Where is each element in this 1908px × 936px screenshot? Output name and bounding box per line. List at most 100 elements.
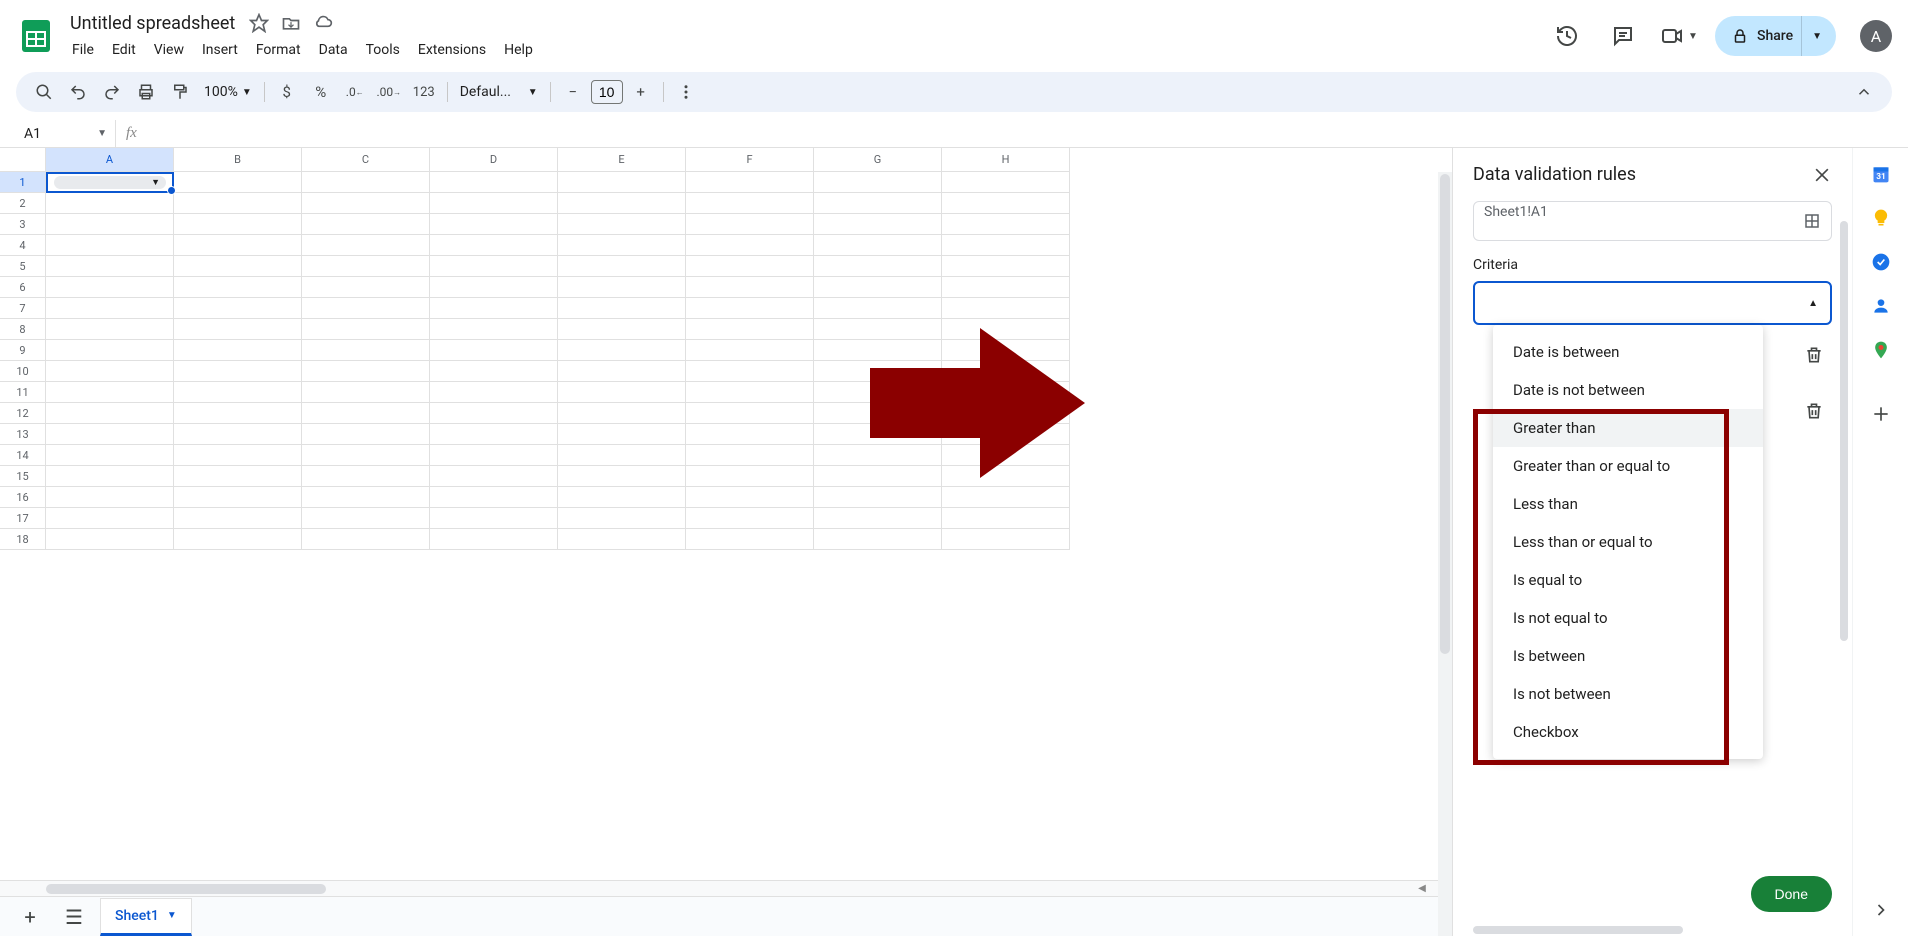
paint-format-icon[interactable]	[164, 76, 196, 108]
cell[interactable]	[942, 340, 1070, 361]
decrease-decimal-icon[interactable]: .0←	[339, 76, 371, 108]
cell[interactable]	[302, 445, 430, 466]
collapse-toolbar-icon[interactable]	[1848, 76, 1880, 108]
increase-decimal-icon[interactable]: .00→	[373, 76, 405, 108]
font-size-input[interactable]	[591, 80, 623, 104]
cell[interactable]	[814, 382, 942, 403]
cell[interactable]	[302, 340, 430, 361]
cell[interactable]	[430, 466, 558, 487]
cell[interactable]	[174, 277, 302, 298]
cell[interactable]	[814, 466, 942, 487]
cell[interactable]	[686, 361, 814, 382]
cell[interactable]	[814, 214, 942, 235]
maps-icon[interactable]	[1871, 340, 1891, 360]
cell[interactable]	[302, 508, 430, 529]
sidebar-h-scrollbar[interactable]	[1473, 924, 1832, 936]
cell[interactable]	[46, 277, 174, 298]
row-header[interactable]: 8	[0, 319, 46, 340]
cell[interactable]	[686, 193, 814, 214]
cell[interactable]	[558, 277, 686, 298]
cell[interactable]	[174, 424, 302, 445]
cell[interactable]	[814, 277, 942, 298]
comments-icon[interactable]	[1603, 16, 1643, 56]
row-header[interactable]: 16	[0, 487, 46, 508]
cell[interactable]	[942, 508, 1070, 529]
cell[interactable]	[558, 256, 686, 277]
keep-icon[interactable]	[1871, 208, 1891, 228]
row-header[interactable]: 4	[0, 235, 46, 256]
menu-file[interactable]: File	[64, 38, 102, 62]
cell[interactable]	[302, 277, 430, 298]
cell[interactable]: ▼	[46, 172, 174, 193]
cell[interactable]	[174, 466, 302, 487]
cell[interactable]	[46, 361, 174, 382]
cell[interactable]	[814, 172, 942, 193]
cell[interactable]	[302, 172, 430, 193]
cell[interactable]	[558, 424, 686, 445]
cell[interactable]	[558, 508, 686, 529]
col-header[interactable]: D	[430, 148, 558, 172]
cell[interactable]	[814, 529, 942, 550]
cell[interactable]	[46, 193, 174, 214]
undo-icon[interactable]	[62, 76, 94, 108]
row-header[interactable]: 1	[0, 172, 46, 193]
cell[interactable]	[302, 193, 430, 214]
sidebar-scrollbar[interactable]	[1838, 201, 1850, 864]
criteria-option[interactable]: Is between	[1493, 637, 1763, 675]
cell[interactable]	[174, 508, 302, 529]
cell[interactable]	[302, 487, 430, 508]
cell[interactable]	[302, 319, 430, 340]
hide-panel-icon[interactable]	[1871, 900, 1891, 920]
cell[interactable]	[46, 382, 174, 403]
cell[interactable]	[174, 487, 302, 508]
criteria-option[interactable]: Is not between	[1493, 675, 1763, 713]
zoom-select[interactable]: 100%▼	[198, 84, 258, 100]
cell[interactable]	[942, 382, 1070, 403]
cell[interactable]	[430, 382, 558, 403]
cell[interactable]	[942, 235, 1070, 256]
row-header[interactable]: 6	[0, 277, 46, 298]
cell[interactable]	[942, 172, 1070, 193]
cell[interactable]	[46, 529, 174, 550]
cell[interactable]	[430, 529, 558, 550]
font-select[interactable]: Defaul...▼	[454, 84, 544, 100]
cell[interactable]	[686, 277, 814, 298]
cell[interactable]	[302, 235, 430, 256]
row-header[interactable]: 11	[0, 382, 46, 403]
cell[interactable]	[174, 235, 302, 256]
cell[interactable]	[558, 235, 686, 256]
cell[interactable]	[46, 424, 174, 445]
cell[interactable]	[814, 445, 942, 466]
cell[interactable]	[686, 508, 814, 529]
criteria-option[interactable]: Date is between	[1493, 333, 1763, 371]
row-header[interactable]: 10	[0, 361, 46, 382]
row-header[interactable]: 2	[0, 193, 46, 214]
cell[interactable]	[430, 424, 558, 445]
criteria-option[interactable]: Greater than or equal to	[1493, 447, 1763, 485]
menu-extensions[interactable]: Extensions	[410, 38, 494, 62]
name-box[interactable]: A1▼	[16, 120, 116, 147]
spreadsheet-grid[interactable]: A B C D E F G H 1▼2345678910111213141516…	[0, 148, 1452, 936]
cell[interactable]	[814, 424, 942, 445]
cell[interactable]	[174, 172, 302, 193]
cell[interactable]	[174, 340, 302, 361]
cell[interactable]	[942, 424, 1070, 445]
cell[interactable]	[430, 214, 558, 235]
cell[interactable]	[942, 319, 1070, 340]
sheets-logo[interactable]	[16, 16, 56, 56]
cell[interactable]	[558, 172, 686, 193]
criteria-option[interactable]: Greater than	[1493, 409, 1763, 447]
cell[interactable]	[558, 319, 686, 340]
cell[interactable]	[942, 403, 1070, 424]
row-header[interactable]: 7	[0, 298, 46, 319]
cell[interactable]	[686, 214, 814, 235]
cell[interactable]	[174, 298, 302, 319]
row-header[interactable]: 15	[0, 466, 46, 487]
menu-tools[interactable]: Tools	[358, 38, 408, 62]
row-header[interactable]: 5	[0, 256, 46, 277]
cell[interactable]	[46, 256, 174, 277]
row-header[interactable]: 13	[0, 424, 46, 445]
cell[interactable]	[174, 319, 302, 340]
history-icon[interactable]	[1547, 16, 1587, 56]
cell[interactable]	[558, 466, 686, 487]
